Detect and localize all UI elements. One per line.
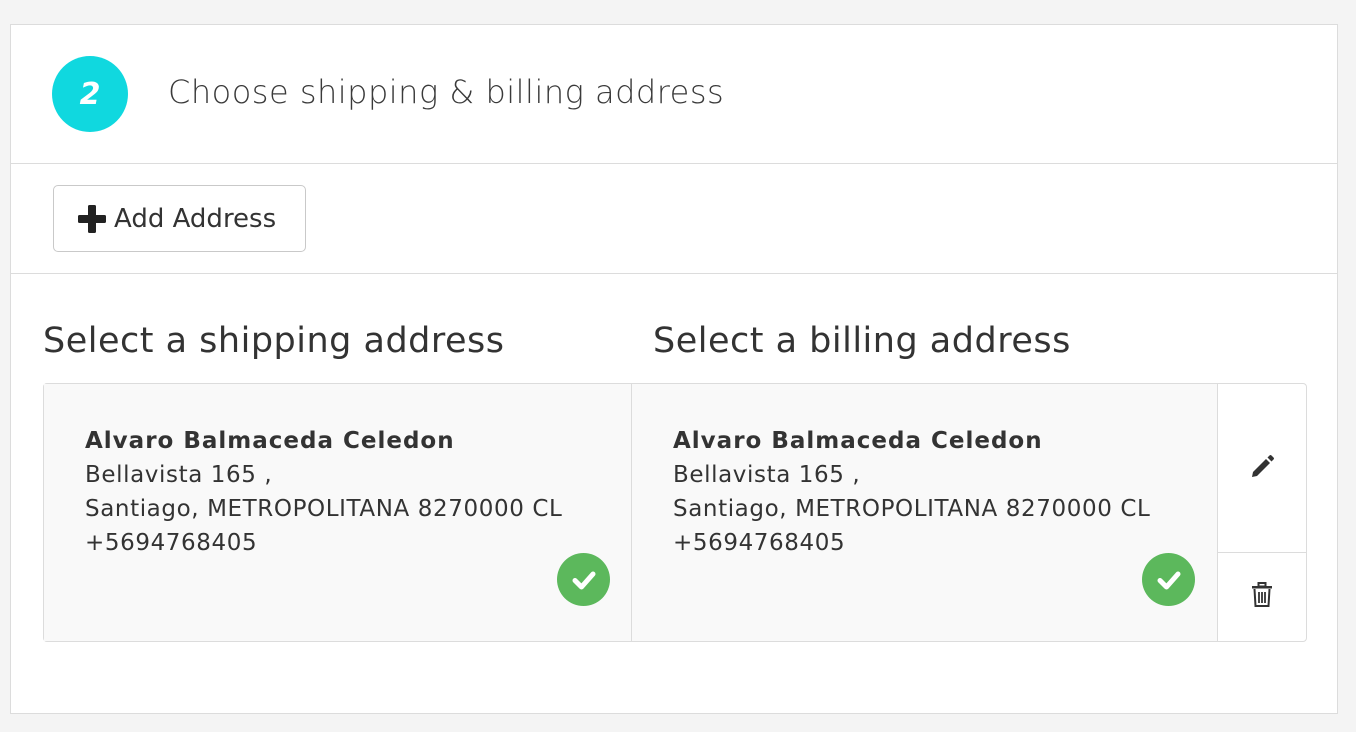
address-phone: +5694768405 bbox=[673, 530, 846, 556]
edit-address-button[interactable] bbox=[1218, 384, 1306, 553]
address-street: Bellavista 165 , bbox=[673, 462, 861, 488]
check-circle-icon bbox=[557, 553, 610, 606]
step-number-badge: 2 bbox=[52, 56, 128, 132]
add-address-button[interactable]: Add Address bbox=[53, 185, 306, 252]
shipping-heading: Select a shipping address bbox=[43, 321, 505, 361]
checkout-step-panel: 2 Choose shipping & billing address Add … bbox=[10, 24, 1338, 714]
address-card-row: Alvaro Balmaceda Celedon Bellavista 165 … bbox=[43, 383, 1307, 642]
pencil-icon bbox=[1249, 453, 1275, 483]
billing-heading: Select a billing address bbox=[653, 321, 1071, 361]
address-city-line: Santiago, METROPOLITANA 8270000 CL bbox=[673, 496, 1151, 522]
address-phone: +5694768405 bbox=[85, 530, 258, 556]
step-header: 2 Choose shipping & billing address bbox=[11, 25, 1337, 164]
check-circle-icon bbox=[1142, 553, 1195, 606]
address-actions bbox=[1218, 384, 1306, 641]
step-title: Choose shipping & billing address bbox=[168, 73, 725, 111]
add-address-label: Add Address bbox=[114, 203, 277, 234]
address-name: Alvaro Balmaceda Celedon bbox=[85, 428, 455, 454]
address-city-line: Santiago, METROPOLITANA 8270000 CL bbox=[85, 496, 563, 522]
plus-icon bbox=[76, 203, 108, 235]
delete-address-button[interactable] bbox=[1218, 553, 1306, 641]
address-toolbar: Add Address bbox=[11, 164, 1337, 274]
address-name: Alvaro Balmaceda Celedon bbox=[673, 428, 1043, 454]
shipping-address-card[interactable]: Alvaro Balmaceda Celedon Bellavista 165 … bbox=[44, 384, 632, 641]
trash-icon bbox=[1250, 582, 1274, 612]
address-street: Bellavista 165 , bbox=[85, 462, 273, 488]
billing-address-card[interactable]: Alvaro Balmaceda Celedon Bellavista 165 … bbox=[632, 384, 1218, 641]
